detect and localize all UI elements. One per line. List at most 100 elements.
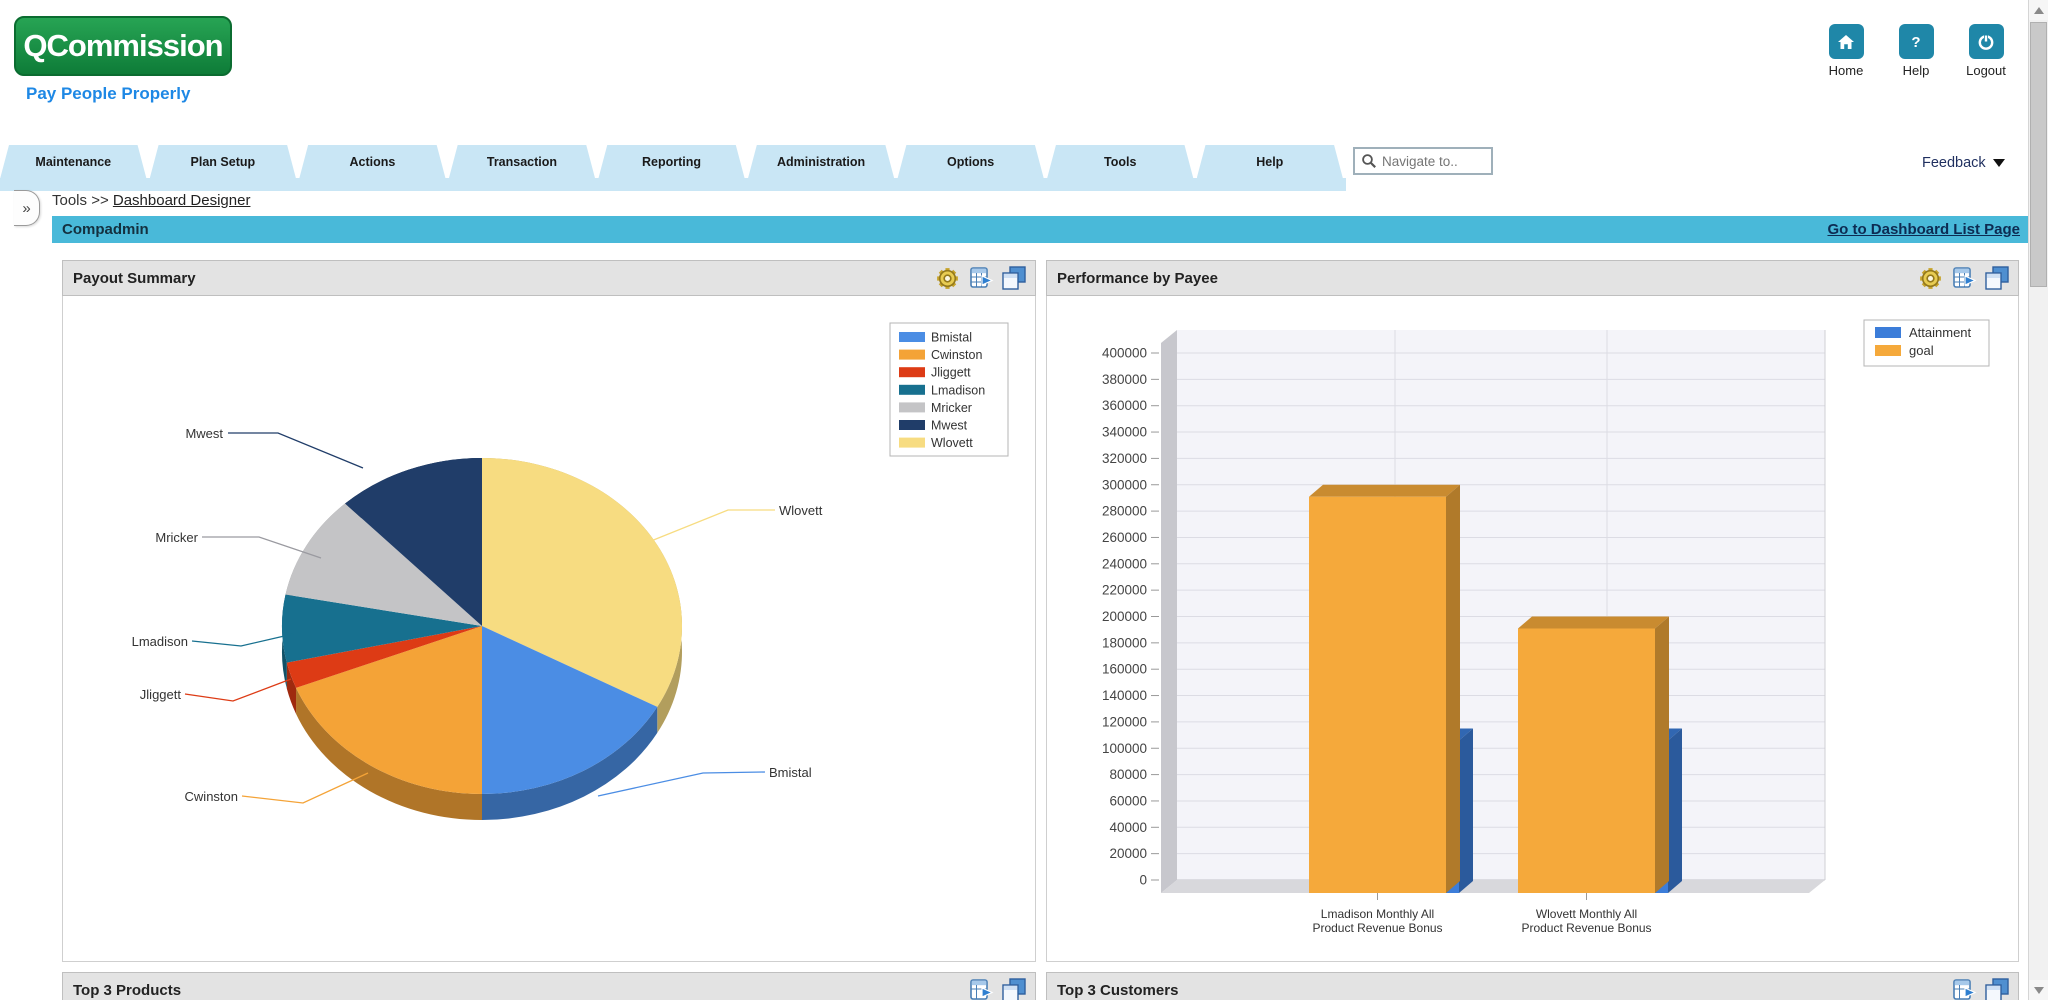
y-axis-label: 320000	[1102, 451, 1147, 466]
y-axis-label: 80000	[1109, 767, 1147, 782]
legend-swatch-attainment	[1875, 327, 1901, 338]
logout-button[interactable]: Logout	[1962, 24, 2010, 78]
logo-text: QCommission	[23, 28, 222, 64]
bar-goal-1	[1518, 629, 1655, 894]
main-nav-tabbar: MaintenancePlan SetupActionsTransactionR…	[0, 145, 1346, 191]
power-icon	[1969, 24, 2004, 59]
table-export-icon[interactable]	[1951, 265, 1977, 291]
pie-callout-line-jliggett	[185, 679, 291, 701]
dashboard-name: Compadmin	[62, 221, 149, 238]
scroll-up-arrow-icon[interactable]	[2029, 0, 2048, 20]
y-axis-label: 220000	[1102, 583, 1147, 598]
legend-label-cwinston: Cwinston	[931, 348, 982, 362]
bar-goal-0-side	[1446, 485, 1460, 893]
y-axis-label: 140000	[1102, 688, 1147, 703]
cascade-windows-icon[interactable]	[1984, 265, 2010, 291]
dashboard-title-bar: Compadmin Go to Dashboard List Page	[52, 216, 2028, 243]
legend-swatch-lmadison	[899, 385, 925, 395]
tab-reporting[interactable]: Reporting	[598, 145, 745, 179]
vertical-scrollbar[interactable]	[2028, 0, 2048, 1000]
cascade-windows-icon[interactable]	[1984, 977, 2010, 1000]
tab-maintenance[interactable]: Maintenance	[0, 145, 147, 179]
tab-actions[interactable]: Actions	[299, 145, 446, 179]
table-export-icon[interactable]	[968, 977, 994, 1000]
tab-plan-setup[interactable]: Plan Setup	[150, 145, 297, 179]
pie-callout-line-mwest	[228, 433, 363, 468]
legend-swatch-wlovett	[899, 438, 925, 448]
feedback-dropdown[interactable]: Feedback	[1922, 155, 2005, 171]
question-icon: ?	[1899, 24, 1934, 59]
scroll-down-arrow-icon[interactable]	[2029, 980, 2048, 1000]
legend-label-wlovett: Wlovett	[931, 436, 973, 450]
pie-label-wlovett: Wlovett	[779, 503, 823, 518]
bar-goal-1-side	[1655, 617, 1669, 894]
y-axis-label: 120000	[1102, 714, 1147, 729]
home-button[interactable]: Home	[1822, 24, 1870, 78]
home-label: Home	[1829, 63, 1864, 78]
y-axis-label: 400000	[1102, 346, 1147, 361]
y-axis-label: 20000	[1109, 846, 1147, 861]
bar-attainment-0-side	[1459, 728, 1473, 893]
legend-label-bmistal: Bmistal	[931, 331, 972, 345]
y-axis-label: 160000	[1102, 662, 1147, 677]
y-axis-label: 180000	[1102, 635, 1147, 650]
cascade-windows-icon[interactable]	[1001, 265, 1027, 291]
help-label: Help	[1903, 63, 1930, 78]
top-3-customers-panel: Top 3 Customers	[1046, 972, 2019, 1000]
chevron-down-icon	[1993, 159, 2005, 167]
table-export-icon[interactable]	[968, 265, 994, 291]
legend-label-lmadison: Lmadison	[931, 383, 985, 397]
qcommission-dashboard: QCommission Pay People Properly Home ? H…	[0, 0, 2048, 1000]
breadcrumb-parent[interactable]: Tools	[52, 192, 91, 209]
search-input[interactable]	[1382, 154, 1482, 169]
table-export-icon[interactable]	[1951, 977, 1977, 1000]
performance-header: Performance by Payee	[1046, 260, 2019, 296]
y-axis-label: 340000	[1102, 425, 1147, 440]
scrollbar-thumb[interactable]	[2030, 22, 2047, 287]
y-axis-label: 360000	[1102, 398, 1147, 413]
breadcrumb-current[interactable]: Dashboard Designer	[113, 192, 251, 209]
help-button[interactable]: ? Help	[1892, 24, 1940, 78]
home-icon	[1829, 24, 1864, 59]
performance-chart-area: 0200004000060000800001000001200001400001…	[1046, 296, 2019, 962]
sidebar-expander-chevrons-icon[interactable]: »	[14, 190, 40, 226]
go-to-dashboard-list-link[interactable]: Go to Dashboard List Page	[1827, 221, 2020, 238]
x-axis-label-0: Lmadison Monthly AllProduct Revenue Bonu…	[1312, 907, 1442, 935]
tab-help[interactable]: Help	[1197, 145, 1344, 179]
payout-summary-header: Payout Summary	[62, 260, 1036, 296]
y-axis-label: 380000	[1102, 372, 1147, 387]
pie-callout-line-wlovett	[651, 510, 775, 541]
tab-transaction[interactable]: Transaction	[449, 145, 596, 179]
y-axis-label: 300000	[1102, 477, 1147, 492]
pie-callout-line-lmadison	[192, 634, 293, 646]
legend-swatch-goal	[1875, 345, 1901, 356]
legend-swatch-mricker	[899, 402, 925, 412]
bar-3d-floor	[1161, 880, 1825, 893]
svg-text:?: ?	[1911, 34, 1920, 51]
y-axis-label: 240000	[1102, 556, 1147, 571]
feedback-label: Feedback	[1922, 155, 1986, 171]
legend-swatch-mwest	[899, 420, 925, 430]
performance-by-payee-panel: Performance by Payee	[1046, 260, 2019, 962]
pie-callout-line-bmistal	[598, 772, 765, 796]
y-axis-label: 0	[1139, 873, 1147, 888]
gear-icon[interactable]	[934, 265, 961, 292]
pie-label-jliggett: Jliggett	[140, 687, 182, 702]
bar-goal-0	[1309, 497, 1446, 893]
bar-plot-background	[1177, 330, 1825, 880]
bar-goal-0-top	[1309, 485, 1460, 497]
tab-tools[interactable]: Tools	[1047, 145, 1194, 179]
legend-swatch-cwinston	[899, 350, 925, 360]
bar-goal-1-top	[1518, 617, 1669, 629]
gear-icon[interactable]	[1917, 265, 1944, 292]
top-3-products-header: Top 3 Products	[62, 972, 1036, 1000]
legend-swatch-jliggett	[899, 367, 925, 377]
cascade-windows-icon[interactable]	[1001, 977, 1027, 1000]
pie-label-mwest: Mwest	[185, 426, 223, 441]
tab-administration[interactable]: Administration	[748, 145, 895, 179]
x-axis-label-1: Wlovett Monthly AllProduct Revenue Bonus	[1521, 907, 1651, 935]
tab-options[interactable]: Options	[897, 145, 1044, 179]
legend-label-goal: goal	[1909, 343, 1934, 358]
y-axis-label: 280000	[1102, 504, 1147, 519]
navigate-search[interactable]	[1353, 147, 1493, 175]
